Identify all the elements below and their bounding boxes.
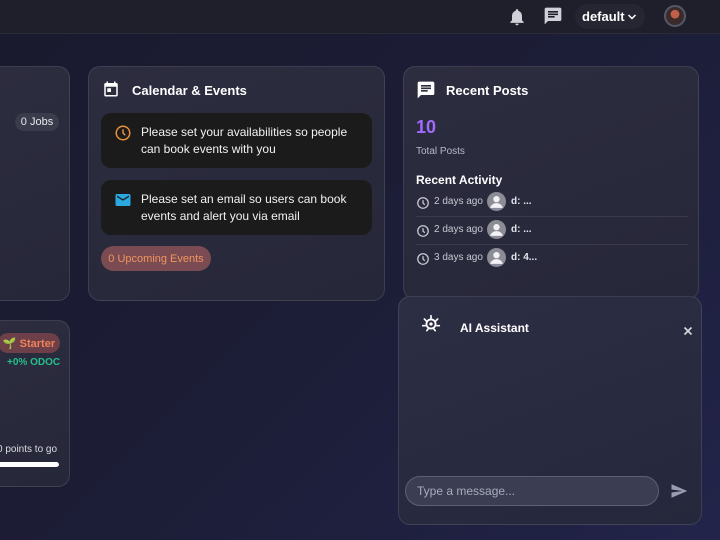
chevron-down-icon [626, 11, 638, 23]
email-notice-text: Please set an email so users can book ev… [141, 192, 347, 223]
jobs-card: 0 Jobs [0, 66, 70, 301]
availability-notice-text: Please set your availabilities so people… [141, 125, 348, 156]
calendar-icon [102, 80, 120, 98]
activity-time: 3 days ago [434, 252, 483, 263]
points-to-go: 0 points to go [0, 444, 58, 455]
avatar[interactable] [664, 5, 686, 27]
user-avatar-icon [487, 248, 506, 267]
chat-icon[interactable] [543, 6, 563, 26]
level-progress-bar [0, 462, 59, 467]
activity-time: 2 days ago [434, 196, 483, 207]
activity-row[interactable]: 2 days ago d: ... [416, 217, 688, 245]
recent-activity-title: Recent Activity [416, 173, 503, 187]
activity-author: d: ... [511, 196, 532, 207]
calendar-events-card: Calendar & Events Please set your availa… [88, 66, 385, 301]
posts-count-label: Total Posts [416, 146, 465, 157]
posts-count: 10 [416, 117, 437, 137]
activity-row[interactable]: 2 days ago d: ... [416, 189, 688, 217]
bell-icon[interactable] [507, 7, 527, 27]
ai-assistant-title: AI Assistant [460, 321, 529, 335]
starter-badge: 🌱 Starter [0, 333, 60, 353]
posts-card-title: Recent Posts [446, 83, 529, 98]
robot-icon [421, 314, 441, 334]
recent-posts-card: Recent Posts 10 Total Posts Recent Activ… [403, 66, 699, 300]
odoc-percentage: +0% ODOC [7, 357, 61, 368]
activity-author: d: 4... [511, 252, 538, 263]
workspace-selector[interactable]: default [575, 4, 645, 29]
level-progress-fill [0, 462, 59, 467]
level-card: 🌱 Starter +0% ODOC 0 points to go [0, 320, 70, 487]
ai-message-input[interactable] [405, 476, 659, 506]
mail-icon [114, 191, 132, 209]
chat-icon [416, 80, 436, 100]
ai-assistant-panel: AI Assistant [398, 296, 702, 525]
clock-icon [416, 224, 430, 238]
availability-notice[interactable]: Please set your availabilities so people… [101, 113, 372, 168]
top-bar: default [0, 0, 720, 34]
email-notice[interactable]: Please set an email so users can book ev… [101, 180, 372, 235]
user-avatar-icon [487, 220, 506, 239]
close-icon[interactable] [683, 323, 693, 336]
user-avatar-icon [487, 192, 506, 211]
jobs-badge: 0 Jobs [15, 113, 59, 131]
activity-row[interactable]: 3 days ago d: 4... [416, 245, 688, 273]
activity-author: d: ... [511, 224, 532, 235]
send-icon[interactable] [670, 482, 688, 500]
upcoming-events-button[interactable]: 0 Upcoming Events [101, 246, 211, 271]
clock-icon [114, 124, 132, 142]
clock-icon [416, 196, 430, 210]
activity-time: 2 days ago [434, 224, 483, 235]
calendar-card-title: Calendar & Events [132, 83, 247, 98]
workspace-label: default [582, 9, 625, 24]
clock-icon [416, 252, 430, 266]
